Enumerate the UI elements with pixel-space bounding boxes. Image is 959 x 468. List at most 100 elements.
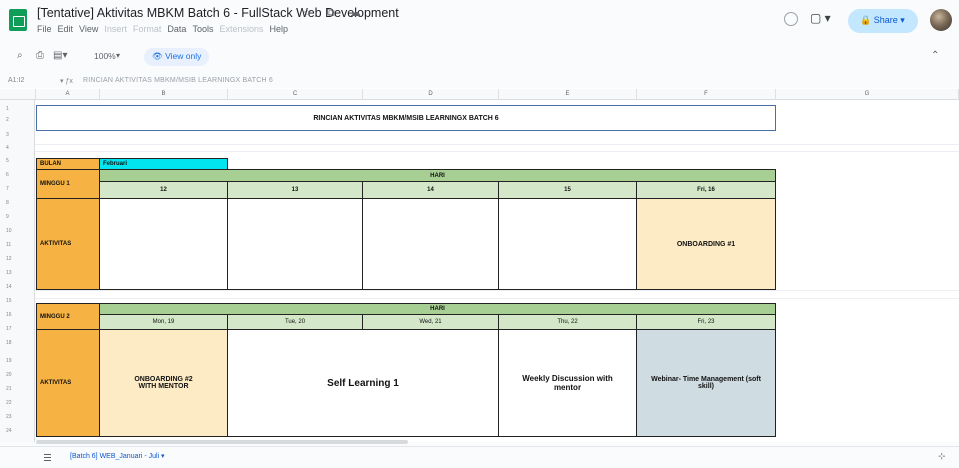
week2-day-cell[interactable]: Mon, 19: [99, 314, 228, 330]
row-number[interactable]: 6: [0, 172, 35, 178]
menu-bar: File Edit View Insert Format Data Tools Extensi…: [37, 24, 294, 34]
row-number[interactable]: 4: [0, 145, 35, 151]
menu-help[interactable]: Help: [269, 24, 288, 34]
week1-activity-cell[interactable]: [498, 198, 637, 290]
sheet-tab-batch6[interactable]: [Batch 6] WEB_Januari - Juli ▾: [70, 452, 165, 460]
row-number[interactable]: 12: [0, 256, 35, 262]
week2-weekly-discussion-cell[interactable]: Weekly Discussion with mentor: [498, 329, 637, 437]
row-number[interactable]: 19: [0, 358, 35, 364]
row-number[interactable]: 9: [0, 214, 35, 220]
week2-day-cell[interactable]: Tue, 20: [227, 314, 363, 330]
toolbar: ⌕ ⎙ ▤▾ 100% ▾ 👁 View only ⌃: [17, 48, 949, 68]
minggu-2-label-cell[interactable]: MINGGU 2: [36, 303, 100, 330]
week1-activity-cell[interactable]: [362, 198, 499, 290]
week2-webinar-cell[interactable]: Webinar- Time Management (soft skill): [636, 329, 776, 437]
row-number[interactable]: 13: [0, 270, 35, 276]
col-header-b[interactable]: B: [100, 89, 228, 100]
menu-extensions[interactable]: Extensions: [219, 24, 263, 34]
row-number[interactable]: 15: [0, 298, 35, 304]
col-header-g[interactable]: G: [776, 89, 959, 100]
menu-file[interactable]: File: [37, 24, 52, 34]
title-bar: [Tentative] Aktivitas MBKM Batch 6 - Ful…: [0, 0, 959, 40]
menu-format[interactable]: Format: [133, 24, 162, 34]
share-label: Share: [873, 15, 898, 25]
version-history-icon[interactable]: [784, 12, 798, 26]
row-number[interactable]: 18: [0, 340, 35, 346]
col-header-f[interactable]: F: [637, 89, 776, 100]
week1-day-cell[interactable]: 14: [362, 181, 499, 199]
horizontal-scrollbar[interactable]: [36, 440, 408, 444]
week2-onboarding-cell[interactable]: ONBOARDING #2 WITH MENTOR: [99, 329, 228, 437]
week1-aktivitas-label-cell[interactable]: AKTIVITAS: [36, 198, 100, 290]
menu-data[interactable]: Data: [167, 24, 186, 34]
zoom-select[interactable]: 100%: [94, 51, 116, 61]
week1-activity-cell[interactable]: [99, 198, 228, 290]
minggu-1-label-cell[interactable]: MINGGU 1: [36, 169, 100, 199]
select-all-corner[interactable]: [0, 89, 36, 100]
view-only-badge[interactable]: 👁 View only: [144, 48, 210, 66]
avatar[interactable]: [930, 9, 952, 31]
row-number[interactable]: 16: [0, 312, 35, 318]
sheet-tabs-bar: [Batch 6] WEB_Januari - Juli ▾ ⊹: [0, 446, 959, 468]
fx-icon: ▾ ƒx: [60, 78, 73, 85]
menu-edit[interactable]: Edit: [58, 24, 74, 34]
week2-aktivitas-label-cell[interactable]: AKTIVITAS: [36, 329, 100, 437]
week2-day-cell[interactable]: Wed, 21: [362, 314, 499, 330]
week2-day-cell[interactable]: Thu, 22: [498, 314, 637, 330]
zoom-caret-icon[interactable]: ▾: [116, 51, 120, 60]
week1-onboarding-cell[interactable]: ONBOARDING #1: [636, 198, 776, 290]
row-number[interactable]: 22: [0, 400, 35, 406]
week1-day-cell[interactable]: 13: [227, 181, 363, 199]
row-number[interactable]: 2: [0, 117, 35, 123]
row-number[interactable]: 11: [0, 242, 35, 248]
row-number[interactable]: 20: [0, 372, 35, 378]
all-sheets-menu-icon[interactable]: [44, 454, 51, 461]
lock-icon: 🔒: [860, 15, 874, 25]
gridline: [35, 144, 959, 145]
sheet-tab-label: [Batch 6] WEB_Januari - Juli: [70, 453, 160, 460]
row-number[interactable]: 5: [0, 158, 35, 164]
week1-day-cell[interactable]: 12: [99, 181, 228, 199]
star-move-cloud-icons[interactable]: ☆ ⧉ ☁: [302, 6, 367, 20]
week1-day-cell[interactable]: 15: [498, 181, 637, 199]
row-number[interactable]: 8: [0, 200, 35, 206]
row-number[interactable]: 14: [0, 284, 35, 290]
row-number[interactable]: 1: [0, 106, 35, 112]
sheet-title-cell[interactable]: RINCIAN AKTIVITAS MBKM/MSIB LEARNINGX BA…: [36, 105, 776, 131]
col-header-a[interactable]: A: [36, 89, 100, 100]
chevron-down-icon[interactable]: ▾: [161, 453, 165, 460]
spreadsheet-grid[interactable]: A B C D E F G 1 2 3 4 5 6 7 8 9 10 11 12…: [0, 88, 959, 442]
menu-tools[interactable]: Tools: [192, 24, 213, 34]
col-header-d[interactable]: D: [363, 89, 499, 100]
column-headers: A B C D E F G: [0, 89, 959, 100]
week2-self-learning-cell[interactable]: Self Learning 1: [227, 329, 499, 437]
meet-button[interactable]: ▢ ▾: [810, 11, 831, 25]
week1-activity-cell[interactable]: [227, 198, 363, 290]
week1-day-cell[interactable]: Fri, 16: [636, 181, 776, 199]
formula-value[interactable]: RINCIAN AKTIVITAS MBKM/MSIB LEARNINGX BA…: [83, 77, 273, 84]
row-number[interactable]: 17: [0, 326, 35, 332]
row-number[interactable]: 3: [0, 132, 35, 138]
col-header-e[interactable]: E: [499, 89, 637, 100]
gridline: [35, 151, 959, 152]
row-headers: 1 2 3 4 5 6 7 8 9 10 11 12 13 14 15 16 1…: [0, 100, 35, 442]
name-box[interactable]: A1:I2: [8, 77, 24, 84]
menu-insert[interactable]: Insert: [104, 24, 127, 34]
view-only-label: View only: [165, 51, 202, 61]
share-button[interactable]: 🔒 Share ▾: [848, 9, 918, 33]
col-header-c[interactable]: C: [228, 89, 363, 100]
sheets-logo-icon[interactable]: [9, 9, 27, 31]
menu-view[interactable]: View: [79, 24, 98, 34]
paint-format-icon[interactable]: ▤▾: [53, 50, 67, 61]
formula-bar: A1:I2 ▾ ƒx RINCIAN AKTIVITAS MBKM/MSIB L…: [0, 74, 959, 88]
search-icon[interactable]: ⌕: [17, 50, 23, 61]
row-number[interactable]: 7: [0, 186, 35, 192]
row-number[interactable]: 24: [0, 428, 35, 434]
row-number[interactable]: 23: [0, 414, 35, 420]
collapse-menus-icon[interactable]: ⌃: [931, 50, 939, 61]
week2-day-cell[interactable]: Fri, 23: [636, 314, 776, 330]
print-icon[interactable]: ⎙: [36, 50, 44, 61]
row-number[interactable]: 21: [0, 386, 35, 392]
explore-icon[interactable]: ⊹: [938, 451, 946, 462]
row-number[interactable]: 10: [0, 228, 35, 234]
